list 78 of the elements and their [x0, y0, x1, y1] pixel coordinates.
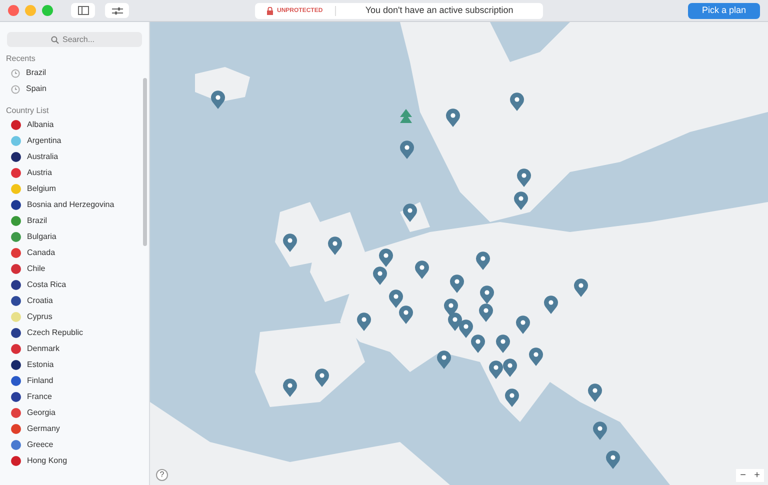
location-pin-icon[interactable]	[515, 315, 531, 335]
location-pin-icon[interactable]	[210, 90, 226, 110]
country-item[interactable]: Czech Republic	[6, 325, 143, 341]
search-field[interactable]: Search...	[7, 32, 142, 47]
country-item[interactable]: Cyprus	[6, 309, 143, 325]
trees-icon	[400, 109, 412, 125]
settings-button[interactable]	[105, 3, 129, 18]
location-pin-icon[interactable]	[282, 378, 298, 398]
location-pin-icon[interactable]	[513, 191, 529, 211]
location-pin-icon[interactable]	[495, 334, 511, 354]
country-item[interactable]: France	[6, 389, 143, 405]
location-pin-icon[interactable]	[436, 350, 452, 370]
location-pin-icon[interactable]	[504, 388, 520, 408]
location-pin-icon[interactable]	[314, 368, 330, 388]
country-item[interactable]: Greece	[6, 437, 143, 453]
country-item[interactable]: Bulgaria	[6, 229, 143, 245]
location-pin-icon[interactable]	[282, 233, 298, 253]
country-item[interactable]: Brazil	[6, 213, 143, 229]
section-heading: Recents	[6, 53, 36, 65]
clock-icon	[11, 68, 20, 78]
country-item[interactable]: Estonia	[6, 357, 143, 373]
country-item[interactable]: Belgium	[6, 181, 143, 197]
location-pin-icon[interactable]	[479, 285, 495, 305]
location-pin-icon[interactable]	[398, 305, 414, 325]
location-pin-icon[interactable]	[402, 203, 418, 223]
location-pin-icon[interactable]	[327, 236, 343, 256]
search-icon	[50, 36, 58, 44]
country-item[interactable]: Austria	[6, 165, 143, 181]
country-item[interactable]: Germany	[6, 421, 143, 437]
lock-icon	[267, 6, 273, 14]
country-item[interactable]: Argentina	[6, 133, 143, 149]
location-pin-icon[interactable]	[378, 248, 394, 268]
location-pin-icon[interactable]	[475, 251, 491, 271]
country-item[interactable]: Costa Rica	[6, 277, 143, 293]
location-pin-icon[interactable]	[587, 383, 603, 403]
sliders-icon	[112, 6, 122, 14]
pick-plan-button[interactable]: Pick a plan	[688, 2, 760, 18]
location-pin-icon[interactable]	[449, 274, 465, 294]
location-pin-icon[interactable]	[414, 260, 430, 280]
location-pin-icon[interactable]	[573, 278, 589, 298]
location-pin-icon[interactable]	[488, 360, 504, 380]
location-pin-icon[interactable]	[528, 347, 544, 367]
location-pin-icon[interactable]	[478, 303, 494, 323]
recent-item[interactable]: Brazil	[6, 65, 143, 81]
country-item[interactable]: Albania	[6, 117, 143, 133]
clock-icon	[11, 84, 20, 94]
section-heading: Country List	[6, 105, 50, 117]
location-pin-icon[interactable]	[516, 168, 532, 188]
sidebar-icon	[78, 6, 88, 15]
location-pin-icon[interactable]	[509, 92, 525, 112]
location-pin-icon[interactable]	[388, 289, 404, 309]
location-pin-icon[interactable]	[543, 295, 559, 315]
location-pin-icon[interactable]	[605, 450, 621, 470]
country-item[interactable]: Bosnia and Herzegovina	[6, 197, 143, 213]
location-pin-icon[interactable]	[356, 312, 372, 332]
location-pin-icon[interactable]	[458, 319, 474, 339]
location-pin-icon[interactable]	[399, 140, 415, 160]
recent-item[interactable]: Spain	[6, 81, 143, 97]
location-pin-icon[interactable]	[447, 312, 463, 332]
search-input[interactable]: Search...	[62, 34, 98, 46]
country-item[interactable]: Finland	[6, 373, 143, 389]
country-item[interactable]: Chile	[6, 261, 143, 277]
close-window-icon[interactable]	[8, 5, 19, 16]
zoom-in-button[interactable]: +	[750, 469, 764, 482]
location-pin-icon[interactable]	[502, 358, 518, 378]
country-item[interactable]: Denmark	[6, 341, 143, 357]
country-item[interactable]: Australia	[6, 149, 143, 165]
subscription-message: You don't have an active subscription	[364, 4, 514, 17]
location-pin-icon[interactable]	[470, 334, 486, 354]
country-item[interactable]: Georgia	[6, 405, 143, 421]
sidebar-toggle-button[interactable]	[71, 3, 95, 18]
country-item[interactable]: Hong Kong	[6, 453, 143, 469]
location-pin-icon[interactable]	[445, 108, 461, 128]
location-pin-icon[interactable]	[592, 421, 608, 441]
zoom-out-button[interactable]: −	[736, 469, 750, 482]
country-item[interactable]: Croatia	[6, 293, 143, 309]
location-pin-icon[interactable]	[372, 266, 388, 286]
country-item[interactable]: Canada	[6, 245, 143, 261]
